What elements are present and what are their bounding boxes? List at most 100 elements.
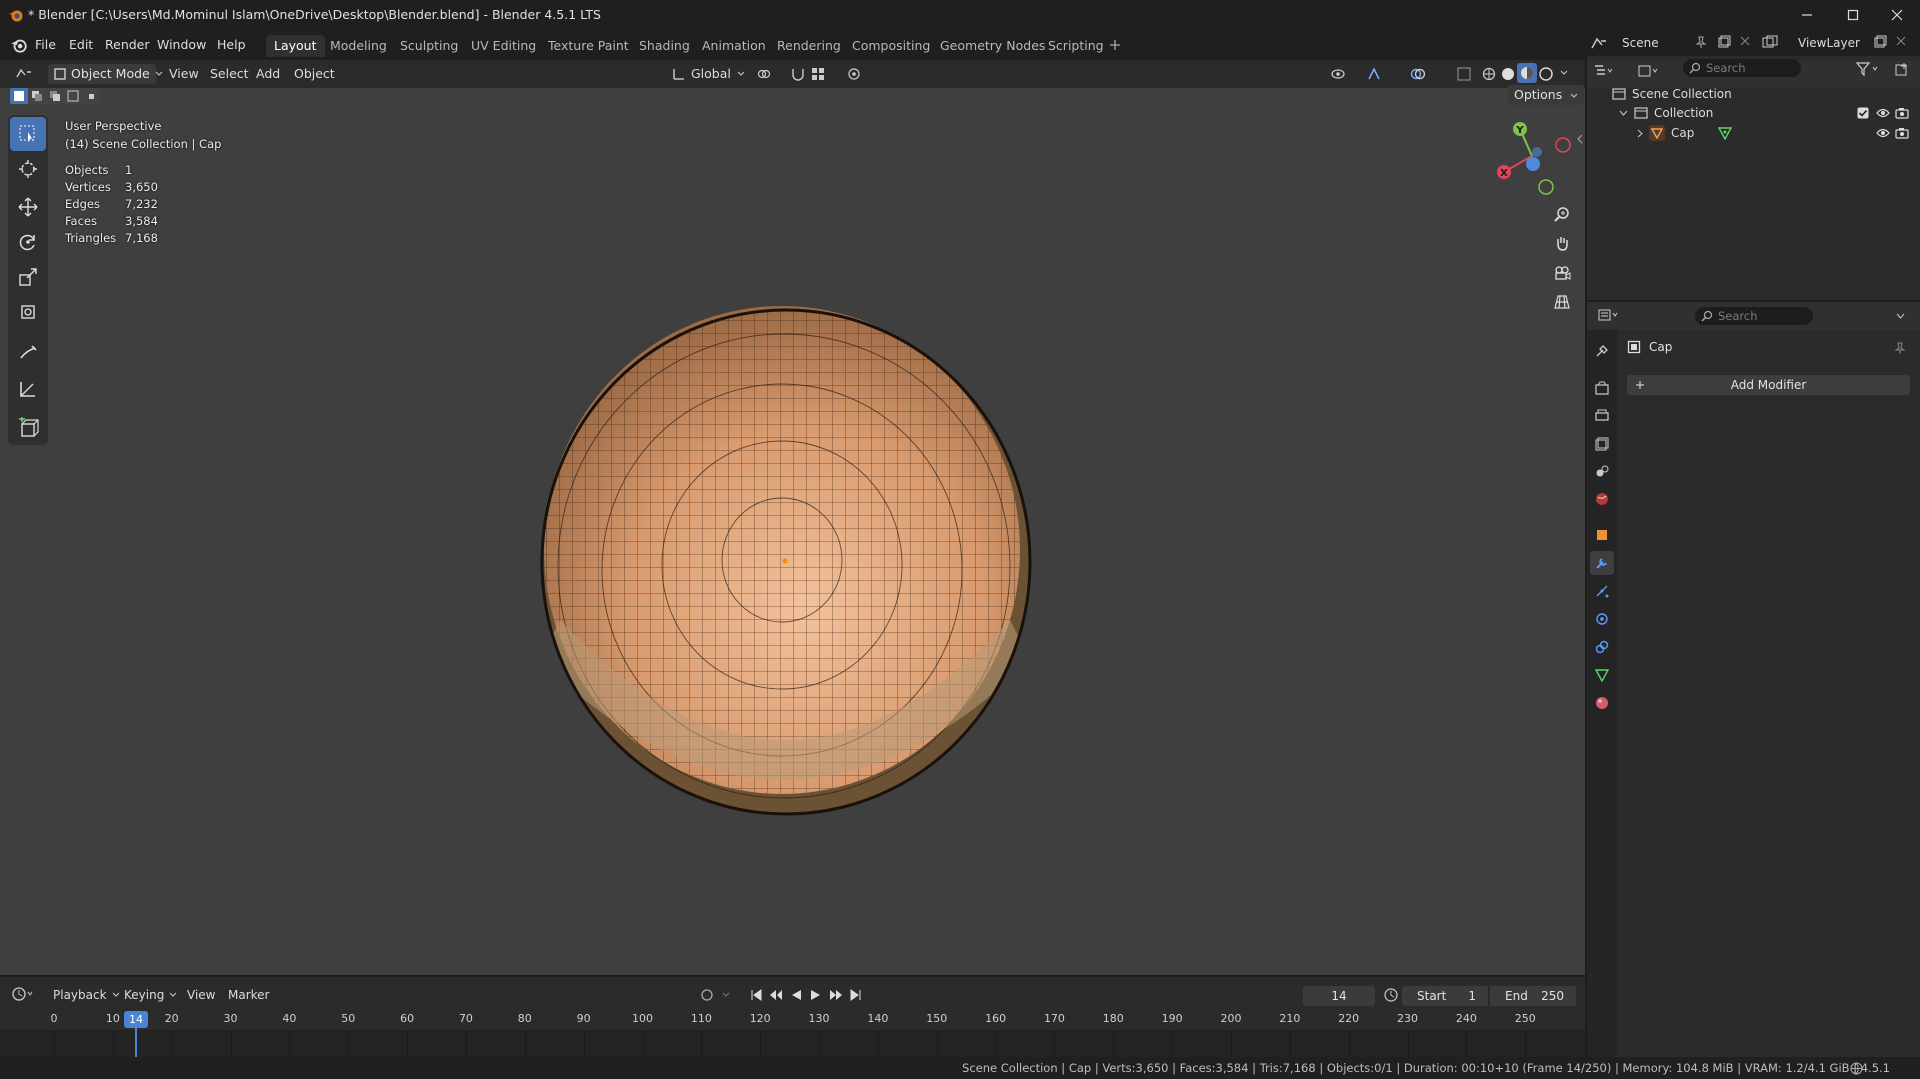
gizmo-neg-z-axis[interactable] — [1532, 147, 1542, 157]
tab-material[interactable] — [1590, 691, 1614, 715]
jump-to-end-icon[interactable] — [846, 986, 866, 1004]
maximize-button[interactable] — [1830, 0, 1876, 30]
add-workspace-icon[interactable] — [1108, 38, 1122, 52]
start-frame-field[interactable]: Start 1 — [1402, 986, 1488, 1006]
menu-window[interactable]: Window — [157, 36, 206, 54]
tab-uv-editing[interactable]: UV Editing — [463, 35, 544, 57]
tab-tool[interactable] — [1590, 339, 1614, 363]
outliner-editor-type-icon[interactable] — [1594, 64, 1614, 78]
jump-prev-keyframe-icon[interactable] — [766, 986, 786, 1004]
play-icon[interactable] — [806, 986, 826, 1004]
scene-icon[interactable] — [1590, 35, 1608, 51]
properties-editor-type-icon[interactable] — [1598, 308, 1620, 322]
orientation-dropdown[interactable]: Global — [672, 65, 745, 83]
timeline-menu-playback[interactable]: Playback — [53, 986, 120, 1004]
viewport-menu-select[interactable]: Select — [210, 65, 249, 83]
tab-rendering[interactable]: Rendering — [769, 35, 849, 57]
outliner-row-scene-collection[interactable]: Scene Collection — [1587, 84, 1920, 104]
tab-render[interactable] — [1590, 376, 1614, 400]
tool-annotate[interactable] — [10, 336, 46, 370]
mode-dropdown[interactable]: Object Mode — [48, 64, 163, 84]
pin-icon[interactable] — [1894, 342, 1906, 354]
tab-scripting[interactable]: Scripting — [1040, 35, 1112, 57]
tab-layout[interactable]: Layout — [266, 35, 325, 57]
select-new-icon[interactable] — [10, 88, 28, 104]
options-dropdown[interactable]: Options — [1508, 85, 1585, 105]
eye-icon[interactable] — [1876, 127, 1890, 139]
tab-texture-paint[interactable]: Texture Paint — [540, 35, 637, 57]
pivot-point-icon[interactable] — [754, 64, 774, 84]
snap-icon[interactable] — [788, 64, 808, 84]
timeline-menu-keying[interactable]: Keying — [124, 986, 177, 1004]
filter-icon[interactable] — [1856, 62, 1882, 76]
view-layer-name[interactable]: ViewLayer — [1798, 34, 1860, 52]
network-globe-icon[interactable] — [1850, 1062, 1863, 1075]
mesh-data-icon[interactable] — [1718, 126, 1733, 140]
chevron-down-icon[interactable] — [1896, 313, 1905, 319]
jump-next-keyframe-icon[interactable] — [826, 986, 846, 1004]
tab-compositing[interactable]: Compositing — [844, 35, 938, 57]
tool-cursor[interactable] — [10, 152, 46, 186]
menu-help[interactable]: Help — [217, 36, 246, 54]
timeline-menu-marker[interactable]: Marker — [228, 986, 269, 1004]
tab-animation[interactable]: Animation — [694, 35, 774, 57]
playhead-frame-badge[interactable]: 14 — [124, 1011, 148, 1028]
rendered-shading-icon[interactable] — [1536, 64, 1556, 84]
close-window-button[interactable] — [1874, 0, 1920, 30]
tab-output[interactable] — [1590, 404, 1614, 428]
view-layer-icon[interactable] — [1762, 35, 1780, 49]
new-view-layer-icon[interactable] — [1873, 35, 1887, 49]
add-modifier-button[interactable]: Add Modifier — [1627, 375, 1910, 395]
xray-toggle-icon[interactable] — [1454, 64, 1474, 84]
timeline-track-area[interactable] — [0, 1030, 1585, 1057]
new-collection-icon[interactable] — [1895, 62, 1909, 76]
chevron-down-icon[interactable] — [1619, 110, 1628, 116]
tab-modifiers[interactable] — [1590, 551, 1614, 575]
outliner-search[interactable] — [1683, 59, 1801, 77]
tab-constraints[interactable] — [1590, 635, 1614, 659]
camera-render-icon[interactable] — [1895, 107, 1909, 119]
camera-render-icon[interactable] — [1895, 127, 1909, 139]
tool-select-box[interactable] — [10, 117, 46, 151]
minimize-button[interactable] — [1784, 0, 1830, 30]
auto-keying-record-icon[interactable] — [700, 988, 714, 1002]
tab-geometry-nodes[interactable]: Geometry Nodes — [932, 35, 1053, 57]
eye-icon[interactable] — [1876, 107, 1890, 119]
properties-search[interactable] — [1695, 307, 1813, 325]
jump-to-start-icon[interactable] — [746, 986, 766, 1004]
editor-type-icon[interactable] — [14, 64, 34, 84]
tab-modeling[interactable]: Modeling — [322, 35, 395, 57]
viewport-menu-add[interactable]: Add — [256, 65, 280, 83]
ortho-perspective-grid-icon[interactable] — [1550, 290, 1574, 314]
tab-physics[interactable] — [1590, 607, 1614, 631]
camera-view-icon[interactable] — [1550, 261, 1574, 285]
wireframe-shading-icon[interactable] — [1479, 64, 1499, 84]
3d-viewport[interactable] — [0, 60, 1585, 975]
select-subtract-icon[interactable] — [46, 88, 64, 104]
pan-view-hand-icon[interactable] — [1550, 231, 1574, 255]
tool-measure[interactable] — [10, 372, 46, 406]
gizmo-toggle-icon[interactable] — [1364, 64, 1384, 84]
tab-particles[interactable] — [1590, 579, 1614, 603]
chevron-down-icon[interactable] — [722, 992, 730, 998]
timeline-editor-type-icon[interactable] — [12, 987, 36, 1001]
tool-rotate[interactable] — [10, 225, 46, 259]
gizmo-neg-x-axis[interactable] — [1555, 137, 1571, 153]
tool-add-cube[interactable] — [10, 411, 46, 445]
new-scene-icon[interactable] — [1717, 35, 1731, 49]
select-invert-icon[interactable] — [64, 88, 82, 104]
play-reverse-icon[interactable] — [786, 986, 806, 1004]
clock-icon[interactable] — [1384, 988, 1398, 1002]
tab-shading[interactable]: Shading — [631, 35, 698, 57]
viewport-menu-view[interactable]: View — [169, 65, 199, 83]
solid-shading-icon[interactable] — [1498, 64, 1518, 84]
chevron-down-icon[interactable] — [1560, 70, 1568, 76]
tab-sculpting[interactable]: Sculpting — [392, 35, 466, 57]
scene-name[interactable]: Scene — [1622, 34, 1659, 52]
sidebar-toggle-chevron-icon[interactable] — [1577, 134, 1583, 144]
tab-world[interactable] — [1590, 487, 1614, 511]
tab-data[interactable] — [1590, 663, 1614, 687]
material-preview-shading-icon[interactable] — [1517, 63, 1537, 83]
tab-object[interactable] — [1590, 523, 1614, 547]
menu-file[interactable]: File — [35, 36, 56, 54]
